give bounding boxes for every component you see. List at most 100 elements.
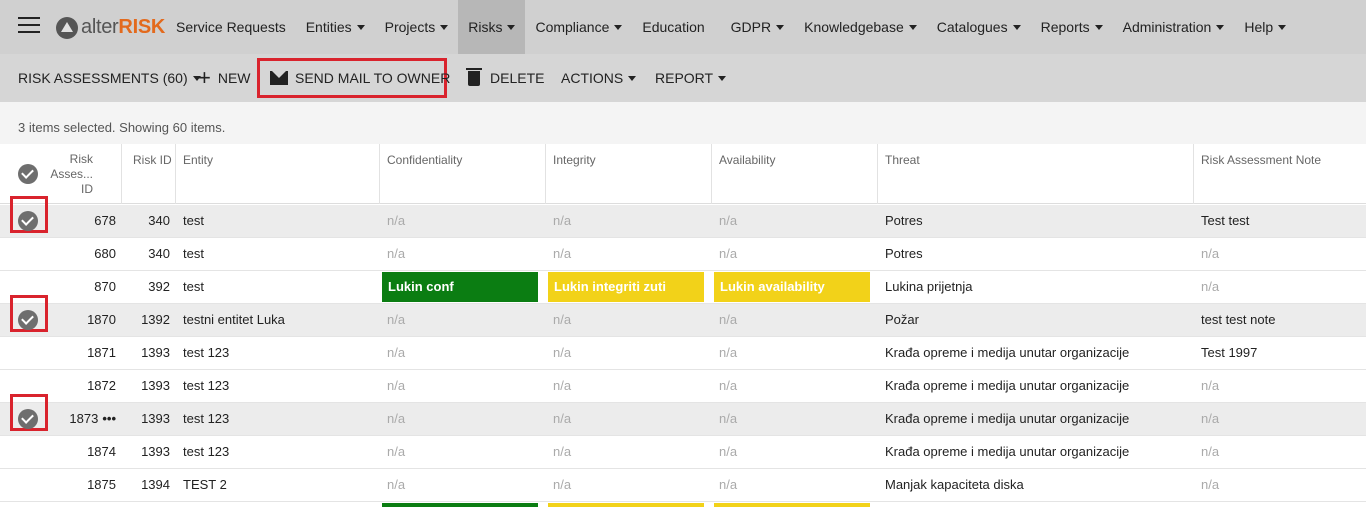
table-row[interactable]: 1875 1394 TEST 2 n/a n/a n/a Manjak kapaciteta… xyxy=(0,469,1366,502)
cell-risk-id: 1394 xyxy=(141,477,170,492)
cell-threat: Krađa opreme i medija unutar organizacij… xyxy=(885,378,1130,393)
cell-confidentiality: n/a xyxy=(387,477,406,492)
caret-down-icon xyxy=(440,24,449,30)
cell-confidentiality: n/a xyxy=(387,312,406,327)
top-navigation: alterRISK Service Requests Entities Proj… xyxy=(0,0,1366,54)
column-header-risk-id[interactable]: Risk ID xyxy=(122,144,176,204)
cell-risk-assessment-id[interactable]: 1872 xyxy=(50,370,122,402)
plus-icon: + xyxy=(198,65,211,90)
more-options-icon[interactable]: ••• xyxy=(102,411,116,426)
cell-risk-id: 1393 xyxy=(141,444,170,459)
caret-down-icon xyxy=(614,24,623,30)
table-row[interactable]: 1871 1393 test 123 n/a n/a n/a Krađa opreme i … xyxy=(0,337,1366,370)
menu-item-projects[interactable]: Projects xyxy=(375,0,459,54)
cell-entity: test xyxy=(183,279,204,294)
table-row[interactable]: 870 392 test Lukin conf Lukin integriti zuti… xyxy=(0,271,1366,304)
menu-item-label: Compliance xyxy=(535,19,610,35)
menu-item-label: Help xyxy=(1244,19,1274,35)
report-menu[interactable]: REPORT xyxy=(655,54,727,102)
selection-status-text: 3 items selected. Showing 60 items. xyxy=(18,120,226,135)
column-header-line: Asses... xyxy=(50,167,93,181)
cell-integrity: n/a xyxy=(553,213,572,228)
risk-assessment-id-text: 1871 xyxy=(87,345,116,360)
menu-item-help[interactable]: Help xyxy=(1234,0,1296,54)
menu-item-label: Entities xyxy=(305,19,352,35)
view-selector[interactable]: RISK ASSESSMENTS (60) xyxy=(18,54,201,102)
cell-risk-assessment-note: n/a xyxy=(1201,279,1220,294)
table-row[interactable]: 1872 1393 test 123 n/a n/a n/a Krađa opreme i … xyxy=(0,370,1366,403)
cell-availability: n/a xyxy=(719,246,738,261)
cell-risk-assessment-id[interactable]: 1874 xyxy=(50,436,122,468)
menu-item-administration[interactable]: Administration xyxy=(1113,0,1235,54)
cell-threat: Potres xyxy=(885,246,923,261)
caret-down-icon xyxy=(1012,24,1021,30)
table-row[interactable]: 680 340 test n/a n/a n/a Potres n/a xyxy=(0,238,1366,271)
menu-item-catalogues[interactable]: Catalogues xyxy=(927,0,1031,54)
menu-item-label: Projects xyxy=(384,19,436,35)
cell-entity: test 123 xyxy=(183,444,230,459)
menu-item-risks[interactable]: Risks xyxy=(458,0,526,54)
menu-item-entities[interactable]: Entities xyxy=(296,0,375,54)
cell-risk-assessment-note: n/a xyxy=(1201,411,1220,426)
column-header-entity[interactable]: Entity xyxy=(176,144,380,204)
cell-risk-assessment-id[interactable]: 1875 xyxy=(50,469,122,501)
column-header-risk-assessment-note[interactable]: Risk Assessment Note xyxy=(1194,144,1366,204)
menu-item-compliance[interactable]: Compliance xyxy=(525,0,632,54)
menu-item-label: Education xyxy=(642,19,705,35)
menu-item-service-requests[interactable]: Service Requests xyxy=(166,0,296,54)
cell-risk-assessment-id[interactable]: 1870 xyxy=(50,304,122,336)
next-row-confidentiality-badge-edge xyxy=(382,503,538,507)
cell-risk-id: 340 xyxy=(148,213,170,228)
table-row[interactable]: 1870 1392 testni entitet Luka n/a n/a n/a Poža… xyxy=(0,295,1366,337)
cell-risk-assessment-id[interactable]: 678 xyxy=(50,205,122,237)
table-row[interactable]: 1874 1393 test 123 n/a n/a n/a Krađa opreme i … xyxy=(0,436,1366,469)
cell-availability: n/a xyxy=(719,345,738,360)
menu-item-reports[interactable]: Reports xyxy=(1031,0,1113,54)
column-header-line: Risk xyxy=(69,152,93,166)
logo-triangle-icon xyxy=(56,16,78,39)
cell-threat: Požar xyxy=(885,312,919,327)
hamburger-menu-icon[interactable] xyxy=(18,17,40,35)
cell-risk-assessment-note: n/a xyxy=(1201,246,1220,261)
column-header-availability[interactable]: Availability xyxy=(712,144,878,204)
cell-risk-assessment-id[interactable]: 680 xyxy=(50,238,122,270)
cell-entity: test xyxy=(183,246,204,261)
new-button-label: NEW xyxy=(217,70,251,86)
select-all-checkbox-icon[interactable] xyxy=(18,164,38,184)
column-header-confidentiality[interactable]: Confidentiality xyxy=(380,144,546,204)
cell-threat: Manjak kapaciteta diska xyxy=(885,477,1024,492)
column-header-integrity[interactable]: Integrity xyxy=(546,144,712,204)
cell-entity: test 123 xyxy=(183,345,230,360)
app-logo[interactable]: alterRISK xyxy=(56,16,165,39)
column-header-risk-assessment-id[interactable]: Risk Asses... ID xyxy=(50,144,122,204)
table-row[interactable]: 1873 ••• 1393 test 123 n/a n/a n/a Krađa opreme… xyxy=(0,394,1366,436)
caret-down-icon xyxy=(507,24,516,30)
cell-confidentiality: n/a xyxy=(387,213,406,228)
menu-item-gdpr[interactable]: GDPR xyxy=(721,0,794,54)
new-button[interactable]: + NEW xyxy=(198,54,251,102)
menu-item-knowledgebase[interactable]: Knowledgebase xyxy=(794,0,927,54)
row-selected-check-icon[interactable] xyxy=(18,310,38,330)
cell-risk-assessment-note: Test test xyxy=(1201,213,1250,228)
row-selected-check-icon[interactable] xyxy=(18,409,38,429)
cell-risk-assessment-note: test test note xyxy=(1201,312,1276,327)
cell-risk-id: 1392 xyxy=(141,312,170,327)
cell-availability: n/a xyxy=(719,213,738,228)
cell-risk-assessment-note: n/a xyxy=(1201,444,1220,459)
cell-integrity: n/a xyxy=(553,411,572,426)
risk-assessment-id-text: 678 xyxy=(94,213,116,228)
row-selected-check-icon[interactable] xyxy=(18,211,38,231)
delete-button[interactable]: DELETE xyxy=(466,54,544,102)
send-mail-to-owner-button[interactable]: SEND MAIL TO OWNER xyxy=(270,54,450,102)
actions-menu[interactable]: ACTIONS xyxy=(561,54,637,102)
caret-down-icon xyxy=(908,24,917,30)
risk-assessment-id-text: 1872 xyxy=(87,378,116,393)
menu-item-education[interactable]: Education xyxy=(632,0,720,54)
column-header-threat[interactable]: Threat xyxy=(878,144,1194,204)
cell-risk-assessment-id[interactable]: 1873 ••• xyxy=(50,403,122,435)
selection-status-bar: 3 items selected. Showing 60 items. xyxy=(0,102,1366,144)
caret-down-icon xyxy=(1094,24,1103,30)
table-row[interactable]: 678 340 test n/a n/a n/a Potres Test test xyxy=(0,196,1366,238)
cell-risk-assessment-id[interactable]: 870 xyxy=(50,271,122,303)
cell-risk-assessment-id[interactable]: 1871 xyxy=(50,337,122,369)
